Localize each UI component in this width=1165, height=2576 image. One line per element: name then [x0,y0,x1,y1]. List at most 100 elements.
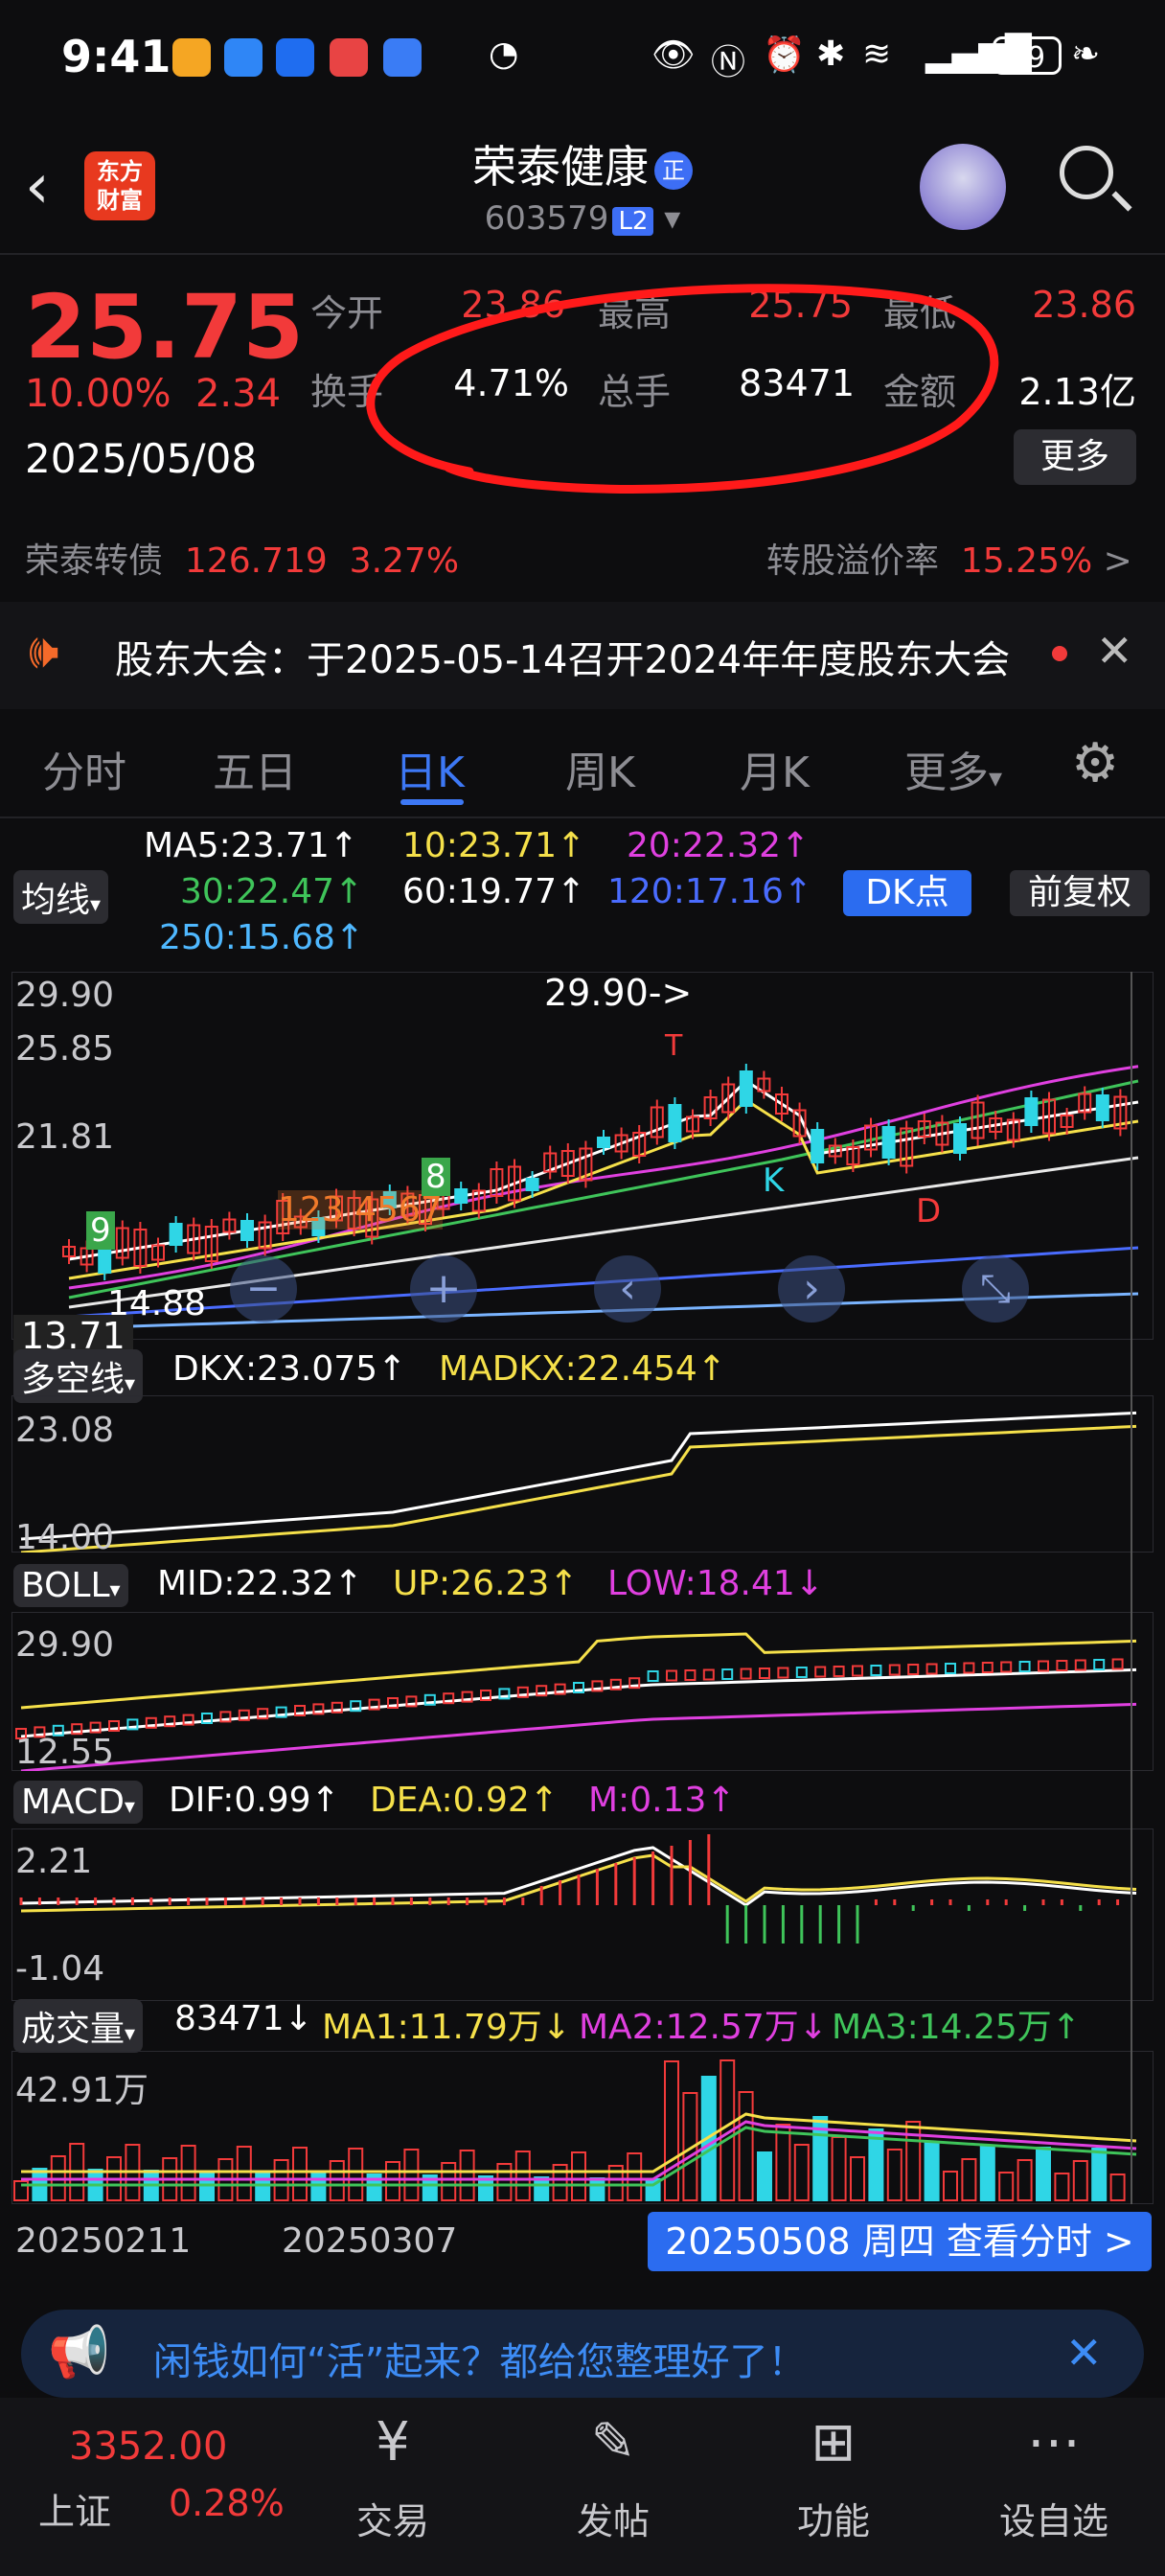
nav-function[interactable]: 功能 [757,2492,910,2544]
scroll-right-icon[interactable]: › [778,1255,845,1322]
candle-body [525,1178,539,1191]
post-edit-icon[interactable]: ✎ [537,2411,690,2473]
view-intraday-button[interactable]: 20250508 周四 查看分时 > [648,2212,1152,2271]
nine-turn-sequence: 123 4567 [278,1190,443,1230]
volume-bar [496,2163,513,2201]
close-icon[interactable]: ✕ [1096,625,1133,677]
chevron-down-icon: ▾ [124,1795,135,1819]
boll-candle [1056,1660,1068,1671]
more-dots-icon[interactable]: ⋯ [977,2411,1131,2473]
chevron-right-icon: > [1103,541,1132,581]
candle-body [811,1129,825,1163]
candle-body [597,1137,610,1148]
boll-candle [981,1662,994,1673]
boll-selector[interactable]: BOLL▾ [13,1564,128,1607]
status-bar: 9:41 ◔ 👁 Ⓝ ⏰ ✱ ≋ ▂▄▆█ 89 ❧ [0,0,1165,115]
dkx-selector-label: 多空线 [21,1360,126,1399]
dkx-chart[interactable] [11,1395,1154,1552]
fullscreen-icon[interactable]: ⤡ [962,1255,1029,1322]
volume-bar [441,2162,457,2201]
app-notification-icon: ◔ [489,34,519,74]
tab-five-day[interactable]: 五日 [213,738,297,799]
boll-chart[interactable] [11,1612,1154,1771]
nav-trade[interactable]: 交易 [316,2492,469,2544]
tab-daily-k[interactable]: 日K [395,738,465,799]
settings-gear-icon[interactable]: ⚙ [1071,732,1119,794]
boll-mid-label: MID:22.32↑ [157,1564,363,1603]
function-grid-icon[interactable]: ⊞ [757,2411,910,2473]
tab-weekly-k[interactable]: 周K [565,738,635,799]
volume-chart[interactable] [11,2051,1154,2204]
quote-date: 2025/05/08 [25,435,258,482]
volume-bar [236,2146,252,2201]
trade-icon[interactable]: ¥ [316,2411,469,2473]
boll-up-line [20,1632,1137,1710]
candle-body [953,1123,967,1154]
macd-selector[interactable]: MACD▾ [13,1781,143,1824]
forward-adjust-button[interactable]: 前复权 [1010,870,1150,916]
cb-name: 荣泰转债 [25,541,164,581]
dk-point-button[interactable]: DK点 [843,870,971,916]
vol-ma3-line [21,2126,1137,2187]
volume-bar [514,2150,531,2201]
candle-body [240,1220,254,1241]
volume-bar [924,2141,940,2201]
nav-set-watchlist[interactable]: 设自选 [977,2492,1131,2544]
boll-candle [1018,1661,1031,1672]
nine-turn-8-badge: 8 [422,1158,450,1196]
boll-candle [721,1668,734,1680]
candle-body [1024,1097,1039,1126]
cb-pct: 3.27% [349,541,460,581]
kline-k-marker: K [763,1162,785,1200]
scroll-left-icon[interactable]: ‹ [594,1255,661,1322]
index-pct[interactable]: 0.28% [169,2482,285,2524]
volume-bar [403,2149,420,2201]
premium-value: 15.25% [960,541,1093,581]
boll-candle [907,1664,920,1675]
change-row: 10.00% 2.34 [25,372,281,416]
status-time: 9:41 [61,31,171,82]
candle-body [1095,1094,1109,1121]
volume-bar [589,2177,605,2201]
low-value: 23.86 [1032,284,1136,326]
premium-row[interactable]: 转股溢价率 15.25% > [766,533,1132,583]
zoom-out-icon[interactable]: − [230,1255,297,1322]
index-name[interactable]: 上证 [38,2482,111,2535]
boll-candle [647,1670,659,1682]
search-icon[interactable] [1060,146,1113,199]
assistant-robot-icon[interactable] [920,144,1006,230]
boll-candle [888,1664,901,1676]
volume-selector[interactable]: 成交量▾ [13,1999,144,2053]
boll-up-label: UP:26.23↑ [393,1564,579,1603]
convertible-bond-row[interactable]: 荣泰转债 126.719 3.27% [25,533,459,583]
boll-candle [1074,1659,1086,1671]
candle-body [881,1126,896,1159]
ma-selector[interactable]: 均线▾ [13,870,109,924]
ad-close-icon[interactable]: ✕ [1065,2327,1103,2379]
change-percent: 10.00% [25,372,171,416]
ma5-label: MA5:23.71↑ [144,826,358,865]
volume-bar [1036,2147,1051,2201]
volume-axis-top: 42.91万 [15,2071,149,2110]
index-value[interactable]: 3352.00 [69,2425,227,2469]
premium-label: 转股溢价率 [766,541,940,581]
tab-monthly-k[interactable]: 月K [740,738,810,799]
tab-intraday[interactable]: 分时 [42,738,126,799]
macd-chart[interactable] [11,1828,1154,2001]
boll-selector-label: BOLL [21,1566,110,1605]
zoom-in-icon[interactable]: + [410,1255,477,1322]
dkx-line [20,1411,1137,1541]
change-amount: 2.34 [194,372,282,416]
nav-post[interactable]: 发帖 [537,2492,690,2544]
volume-bar [757,2151,772,2201]
volume-bar [534,2176,550,2201]
nine-turn-9-badge: 9 [86,1211,115,1250]
divider [0,816,1165,818]
notice-text[interactable]: 股东大会：于2025-05-14召开2024年年度股东大会 [115,629,1010,684]
volume-selector-label: 成交量 [21,2010,126,2049]
volume-bar [664,2060,679,2201]
leaf-icon: ❧ [1071,34,1101,74]
ad-text[interactable]: 闲钱如何“活”起来？都给您整理好了！ [153,2331,806,2386]
ma250-label: 250:15.68↑ [159,918,365,957]
tab-more[interactable]: 更多▾ [904,738,1002,799]
